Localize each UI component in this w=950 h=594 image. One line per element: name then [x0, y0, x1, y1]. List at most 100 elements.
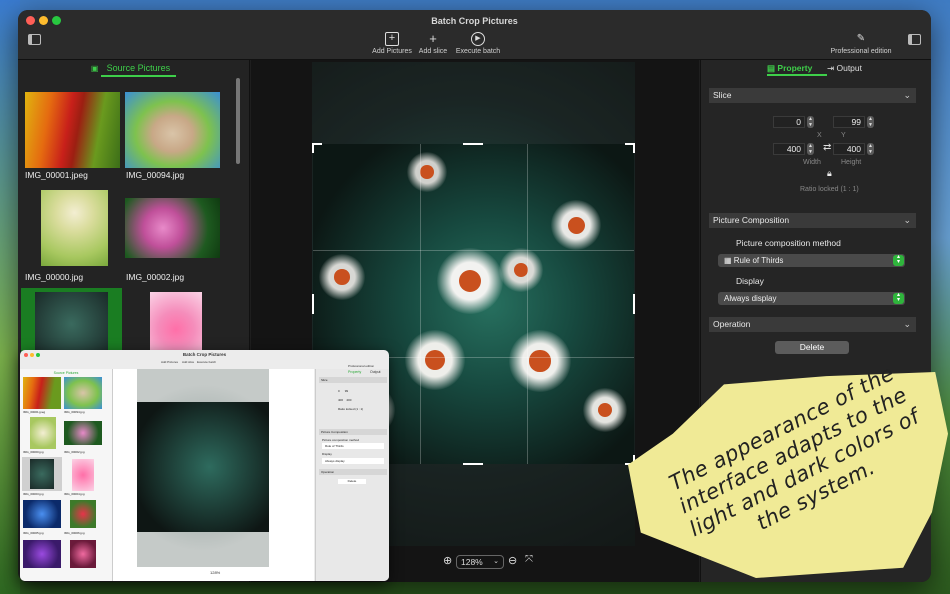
mini-zoom-value: 128%	[210, 570, 221, 575]
add-slice-button[interactable]: + Add slice	[416, 31, 450, 56]
mini-display-label: Display	[322, 452, 332, 456]
thumbnail-label: IMG_00002.jpg	[126, 272, 185, 282]
y-value: 99	[851, 117, 861, 127]
delete-button[interactable]: Delete	[775, 341, 849, 354]
slice-section-header[interactable]: Slice ⌄	[709, 88, 916, 103]
x-stepper[interactable]: ▲ ▼	[807, 116, 814, 128]
display-select[interactable]: Always display ▴ ▾	[718, 292, 905, 305]
tab-property-label: Property	[777, 63, 813, 73]
height-label: Height	[841, 159, 862, 166]
mini-inspector: Property Output Slice 0 99 400 400 Ratio…	[315, 369, 389, 581]
select-arrow-icon: ▴ ▾	[893, 292, 904, 304]
right-sidebar-toggle-icon[interactable]	[908, 34, 921, 45]
mini-delete-button: Delete	[338, 479, 366, 484]
source-pictures-tab[interactable]: ▣ Source Pictures	[18, 60, 249, 77]
daisy-shape	[437, 248, 503, 314]
display-value: Always display	[724, 294, 777, 303]
daisy-shape	[583, 388, 627, 432]
slice-section-title: Slice	[713, 90, 732, 100]
execute-batch-button[interactable]: ▶ Execute batch	[454, 32, 502, 55]
execute-batch-label: Execute batch	[455, 48, 501, 55]
zoom-out-icon[interactable]: ⊖	[508, 554, 517, 567]
mini-thumb-label: IMG_00005.jpg	[23, 531, 44, 535]
property-icon: ▤	[767, 63, 778, 73]
lock-icon[interactable]: 🔒︎	[827, 168, 832, 179]
mini-x-value: 0	[338, 389, 340, 393]
professional-edition-button[interactable]: ✎ Professional edition	[828, 32, 894, 55]
mini-composition-section: Picture Composition	[319, 429, 387, 435]
composition-section-header[interactable]: Picture Composition ⌄	[709, 213, 916, 228]
composition-method-select[interactable]: ▦ Rule of Thirds ▴ ▾	[718, 254, 905, 267]
height-stepper[interactable]: ▲ ▼	[867, 143, 874, 155]
crop-handle-top-right[interactable]	[625, 143, 635, 153]
crop-handle-left[interactable]	[312, 294, 314, 314]
chevron-down-icon: ⌄	[903, 215, 911, 225]
tab-property[interactable]: ▤ Property	[767, 63, 812, 74]
left-sidebar-toggle-icon[interactable]	[28, 34, 41, 45]
thumbnail-label: IMG_00094.jpg	[126, 170, 185, 180]
mini-add-slice: Add slice	[182, 360, 195, 364]
crop-handle-top-left[interactable]	[312, 143, 322, 153]
promo-banner: The appearance of the interface adapts t…	[628, 361, 948, 578]
mini-thumbnail	[23, 540, 61, 568]
plus-icon: +	[429, 31, 437, 46]
x-field[interactable]: 0	[773, 116, 805, 128]
x-value: 0	[796, 117, 801, 127]
tab-output[interactable]: ⇥ Output	[827, 63, 862, 74]
zoom-select[interactable]: 128% ⌄	[456, 555, 504, 569]
thumbnail-leaves[interactable]	[25, 92, 120, 168]
y-field[interactable]: 99	[833, 116, 865, 128]
thumbnail-dandelion[interactable]	[41, 190, 108, 266]
mini-thumbnail	[70, 540, 96, 568]
swap-icon[interactable]: ⇄	[823, 142, 831, 153]
mini-tab-output: Output	[370, 370, 381, 374]
mini-thumb-label: IMG_00000.jpg	[23, 450, 44, 454]
add-slice-label: Add slice	[418, 48, 448, 55]
height-field[interactable]: 400	[833, 143, 865, 155]
mini-slice-section: Slice	[319, 377, 387, 383]
tab-output-label: Output	[836, 63, 863, 73]
source-pictures-header: Source Pictures	[100, 63, 177, 77]
mini-thumb-label: IMG_00002.jpg	[64, 450, 85, 454]
mini-width-value: 400	[338, 398, 344, 402]
composition-section-title: Picture Composition	[713, 215, 790, 225]
mini-canvas: 128%	[113, 369, 314, 581]
window-title: Batch Crop Pictures	[431, 16, 518, 26]
add-pictures-label: Add Pictures	[372, 48, 412, 55]
add-pictures-button[interactable]: + Add Pictures	[370, 32, 414, 55]
mini-composition-select: Rule of Thirds	[322, 443, 384, 449]
grid-icon: ▦	[724, 256, 734, 265]
width-stepper[interactable]: ▲ ▼	[807, 143, 814, 155]
scrollbar[interactable]	[236, 78, 240, 164]
width-field[interactable]: 400	[773, 143, 805, 155]
mini-add-pictures: Add Pictures	[161, 360, 179, 364]
mini-thumb-label: IMG_00001.jpeg	[23, 410, 46, 414]
composition-method-label: Picture composition method	[736, 238, 841, 248]
crop-handle-right[interactable]	[633, 294, 635, 314]
mini-thumbnail-selected	[22, 457, 62, 491]
width-value: 400	[786, 144, 801, 154]
x-label: X	[817, 132, 822, 139]
professional-edition-label: Professional edition	[830, 48, 892, 55]
crop-handle-top[interactable]	[463, 143, 483, 145]
daisy-shape	[551, 200, 601, 250]
display-label: Display	[736, 276, 764, 286]
y-stepper[interactable]: ▲ ▼	[867, 116, 874, 128]
daisy-shape	[499, 248, 543, 292]
crop-handle-bottom[interactable]	[463, 463, 483, 465]
thumbnail-butterfly[interactable]	[125, 198, 220, 258]
pen-icon: ✎	[856, 33, 866, 44]
fit-screen-icon[interactable]: ⤧	[525, 554, 533, 565]
mini-thumbnail	[23, 377, 61, 409]
thumbnail-rabbit[interactable]	[125, 92, 220, 168]
zoom-in-icon[interactable]: ⊕	[443, 554, 452, 567]
y-label: Y	[841, 132, 846, 139]
mini-execute-batch: Execute batch	[197, 360, 217, 364]
width-label: Width	[803, 159, 821, 166]
ratio-locked-text: Ratio locked (1 : 1)	[800, 186, 859, 193]
composition-method-value: Rule of Thirds	[733, 256, 784, 265]
operation-section-header[interactable]: Operation ⌄	[709, 317, 916, 332]
mini-thumb-label: IMG_00003.jpg	[23, 492, 44, 496]
desktop-background	[0, 0, 20, 594]
mini-tab-property: Property	[348, 370, 362, 374]
